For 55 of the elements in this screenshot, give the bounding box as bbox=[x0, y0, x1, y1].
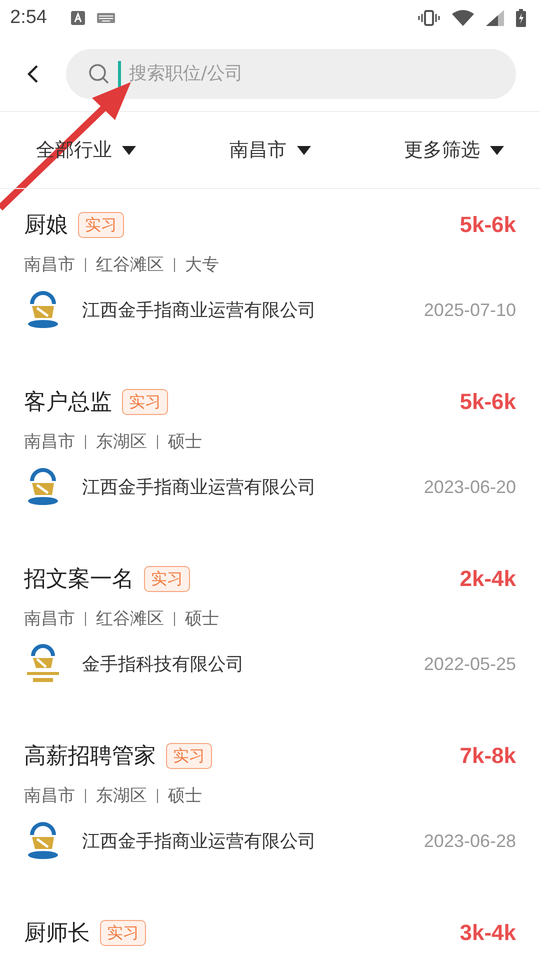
job-attribute: 硕士 bbox=[168, 431, 202, 453]
company-logo-icon bbox=[26, 467, 60, 507]
internship-tag: 实习 bbox=[144, 566, 190, 592]
job-attribute: 硕士 bbox=[185, 608, 219, 630]
internship-tag: 实习 bbox=[100, 920, 146, 946]
wifi-icon bbox=[452, 10, 474, 26]
job-attribute: 东湖区 bbox=[96, 431, 147, 453]
post-date: 2025-07-10 bbox=[424, 300, 516, 320]
internship-tag: 实习 bbox=[122, 389, 168, 415]
company-logo-icon bbox=[26, 644, 60, 684]
vibrate-icon bbox=[418, 10, 440, 26]
search-icon bbox=[88, 62, 110, 84]
job-attribute: 硕士 bbox=[168, 785, 202, 807]
job-attribute: 大专 bbox=[185, 254, 219, 276]
search-field[interactable]: 搜索职位/公司 bbox=[129, 63, 516, 84]
company-logo-icon bbox=[26, 290, 60, 330]
salary-range: 7k-8k bbox=[460, 743, 516, 769]
battery-icon bbox=[516, 9, 526, 27]
job-title[interactable]: 厨师长 bbox=[24, 918, 90, 948]
caret-down-icon bbox=[296, 146, 310, 154]
post-date: 2022-05-25 bbox=[424, 654, 516, 674]
salary-range: 3k-4k bbox=[460, 920, 516, 946]
company-name[interactable]: 江西金手指商业运营有限公司 bbox=[82, 475, 316, 499]
salary-range: 5k-6k bbox=[460, 212, 516, 238]
internship-tag: 实习 bbox=[166, 743, 212, 769]
status-time: 2:54 bbox=[10, 7, 47, 29]
keyboard-icon bbox=[96, 13, 115, 23]
job-attribute: 东湖区 bbox=[96, 785, 147, 807]
job-title[interactable]: 客户总监 bbox=[24, 387, 112, 417]
post-date: 2023-06-20 bbox=[424, 476, 516, 498]
caret-down-icon bbox=[122, 146, 136, 154]
job-title[interactable]: 高薪招聘管家 bbox=[24, 741, 156, 771]
job-title[interactable]: 招文案一名 bbox=[24, 564, 134, 594]
internship-tag: 实习 bbox=[78, 212, 124, 238]
chevron-left-icon bbox=[27, 64, 39, 84]
job-attribute: 南昌市 bbox=[24, 785, 75, 807]
filter-dropdown[interactable]: 南昌市 bbox=[230, 137, 310, 163]
company-logo-icon bbox=[26, 821, 60, 861]
job-attribute: 南昌市 bbox=[24, 254, 75, 276]
job-attribute: 红谷滩区 bbox=[96, 608, 164, 630]
filter-dropdown[interactable]: 更多筛选 bbox=[404, 137, 504, 163]
company-name[interactable]: 江西金手指商业运营有限公司 bbox=[82, 829, 316, 853]
search-bar[interactable]: 搜索职位/公司 bbox=[66, 48, 516, 98]
salary-range: 5k-6k bbox=[460, 389, 516, 415]
caret-down-icon bbox=[490, 146, 504, 154]
signal-icon bbox=[486, 10, 504, 26]
keyboard-letter-icon bbox=[70, 11, 85, 25]
post-date: 2023-06-28 bbox=[424, 830, 516, 852]
job-attribute: 南昌市 bbox=[24, 431, 75, 453]
salary-range: 2k-4k bbox=[460, 566, 516, 592]
job-title[interactable]: 厨娘 bbox=[24, 210, 68, 240]
company-name[interactable]: 江西金手指商业运营有限公司 bbox=[82, 298, 316, 322]
job-attribute: 南昌市 bbox=[24, 608, 75, 630]
job-attribute: 红谷滩区 bbox=[96, 254, 164, 276]
company-name[interactable]: 金手指科技有限公司 bbox=[82, 652, 244, 676]
